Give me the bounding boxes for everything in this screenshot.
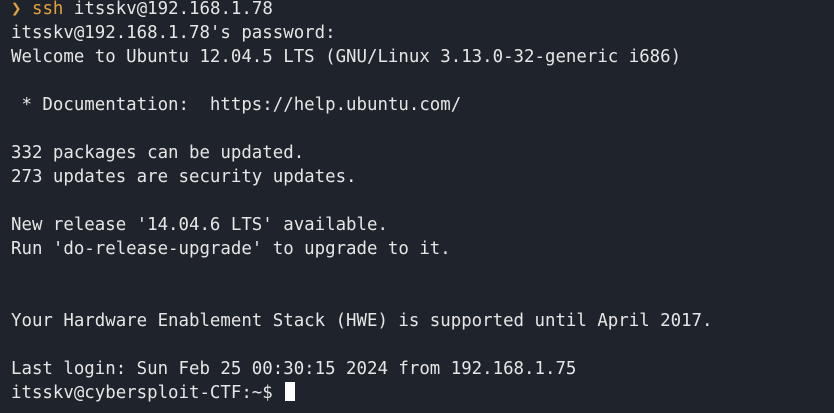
packages-line: 332 packages can be updated. [11, 143, 305, 163]
hwe-notice-line: Your Hardware Enablement Stack (HWE) is … [11, 311, 713, 331]
documentation-line: * Documentation: https://help.ubuntu.com… [11, 95, 462, 115]
prompt-arrow-icon: ❯ [11, 0, 22, 19]
last-login-line: Last login: Sun Feb 25 00:30:15 2024 fro… [11, 359, 577, 379]
password-prompt-line: itsskv@192.168.1.78's password: [11, 23, 336, 43]
command-name: ssh [31, 0, 64, 19]
shell-prompt-line[interactable]: itsskv@cybersploit-CTF:~$ [11, 381, 834, 405]
security-updates-line: 273 updates are security updates. [11, 167, 357, 187]
shell-prompt: itsskv@cybersploit-CTF:~$ [11, 383, 284, 403]
command-line: ❯ ssh itsskv@192.168.1.78 [11, 0, 834, 21]
new-release-line: New release '14.04.6 LTS' available. [11, 215, 388, 235]
terminal-cursor [285, 382, 296, 401]
terminal-window[interactable]: ❯ ssh itsskv@192.168.1.78 itsskv@192.168… [0, 0, 834, 410]
command-args: itsskv@192.168.1.78 [73, 0, 273, 19]
welcome-line: Welcome to Ubuntu 12.04.5 LTS (GNU/Linux… [11, 47, 682, 67]
upgrade-hint-line: Run 'do-release-upgrade' to upgrade to i… [11, 239, 451, 259]
